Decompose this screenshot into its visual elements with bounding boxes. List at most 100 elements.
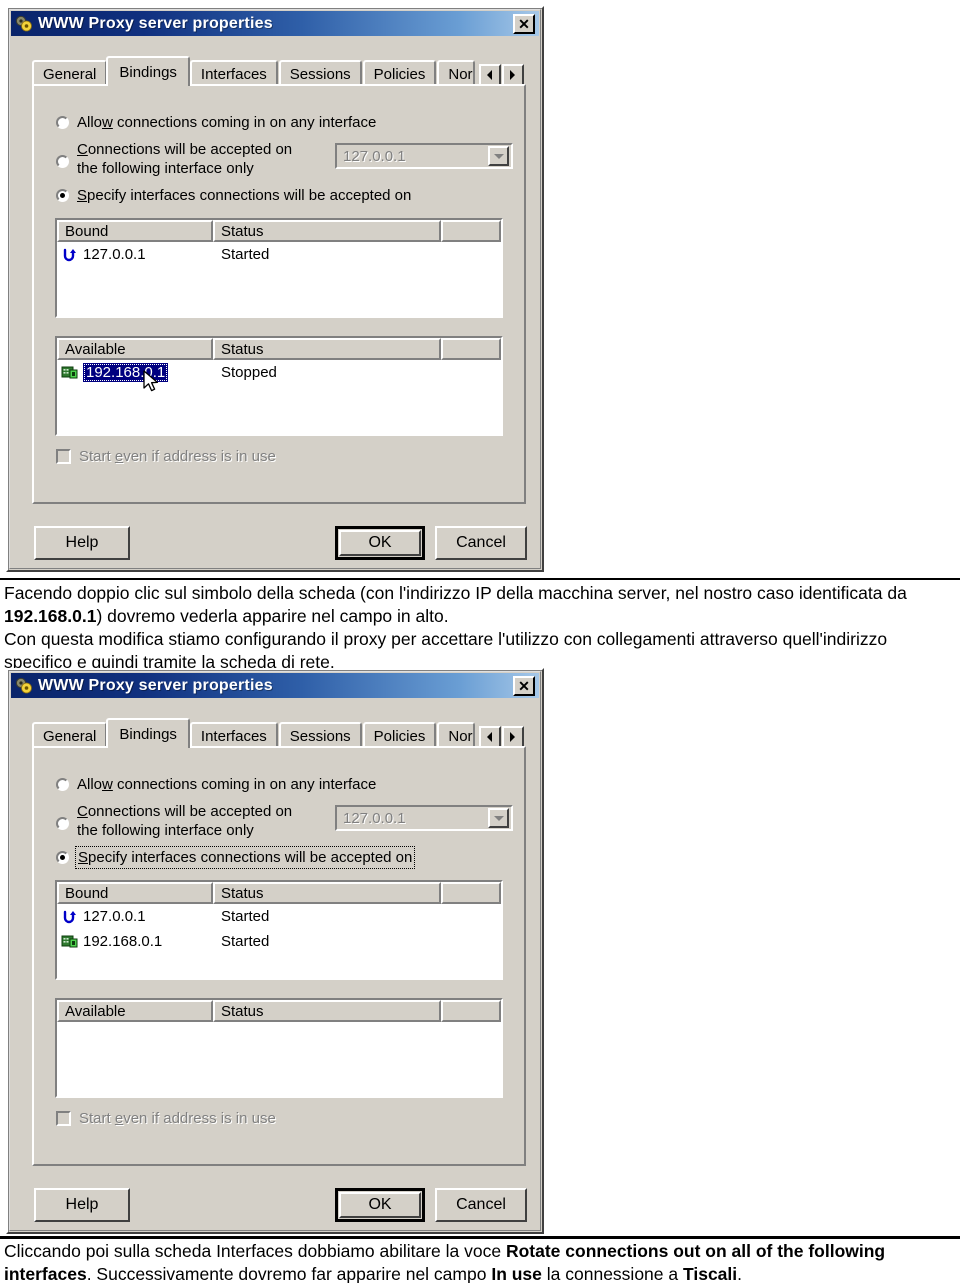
tab-general[interactable]: General bbox=[32, 722, 108, 748]
tab-normal-truncated[interactable]: Nor bbox=[437, 722, 475, 748]
title-bar-2[interactable]: WWW Proxy server properties ✕ bbox=[11, 673, 539, 698]
available-list-1[interactable]: Available Status 192.168.0.1 Stopped bbox=[55, 336, 503, 436]
bound-status: Started bbox=[221, 908, 270, 925]
radio-button-icon[interactable] bbox=[56, 116, 69, 129]
bound-list-1[interactable]: Bound Status 127.0.0.1 Started bbox=[55, 218, 503, 318]
radio-label-allow-any: Allow connections coming in on any inter… bbox=[77, 114, 377, 131]
tab-general[interactable]: General bbox=[32, 60, 108, 86]
proxy-properties-dialog-1[interactable]: WWW Proxy server properties ✕ General Bi… bbox=[6, 6, 544, 572]
cancel-button-1[interactable]: Cancel bbox=[435, 526, 527, 560]
bound-address: 127.0.0.1 bbox=[83, 246, 146, 263]
tab-scroll-left-icon[interactable] bbox=[478, 64, 501, 86]
paragraph-3: Cliccando poi sulla scheda Interfaces do… bbox=[4, 1241, 886, 1283]
divider-top bbox=[0, 578, 960, 580]
bound-list-body-2: 127.0.0.1 Started 192.168.0.1 Started bbox=[57, 904, 501, 954]
radio-button-icon[interactable] bbox=[56, 155, 69, 168]
bound-list-header-1: Bound Status bbox=[57, 220, 501, 242]
tab-sessions[interactable]: Sessions bbox=[278, 60, 362, 86]
cancel-button-2[interactable]: Cancel bbox=[435, 1188, 527, 1222]
column-header-status[interactable]: Status bbox=[213, 220, 441, 242]
radio-label-following-only: Connections will be accepted on the follo… bbox=[77, 803, 293, 839]
column-header-bound[interactable]: Bound bbox=[57, 220, 213, 242]
divider-bottom bbox=[0, 1236, 960, 1239]
radio-allow-any-interface-2[interactable]: Allow connections coming in on any inter… bbox=[56, 775, 376, 794]
network-card-icon bbox=[61, 935, 78, 947]
radio-button-icon[interactable] bbox=[56, 778, 69, 791]
mouse-cursor-icon bbox=[143, 369, 159, 391]
available-list-header-2: Available Status bbox=[57, 1000, 501, 1022]
bound-list-2[interactable]: Bound Status 127.0.0.1 Started 192.168.0… bbox=[55, 880, 503, 980]
ok-button-2[interactable]: OK bbox=[335, 1188, 425, 1222]
tab-strip-2[interactable]: General Bindings Interfaces Sessions Pol… bbox=[32, 718, 526, 748]
table-row[interactable]: 127.0.0.1 Started bbox=[57, 904, 501, 929]
page-root: WWW Proxy server properties ✕ General Bi… bbox=[0, 0, 960, 1283]
table-row[interactable]: 127.0.0.1 Started bbox=[57, 242, 501, 267]
gears-icon bbox=[15, 15, 32, 31]
tab-bindings[interactable]: Bindings bbox=[106, 56, 190, 86]
column-header-available[interactable]: Available bbox=[57, 1000, 213, 1022]
interface-combo-2[interactable]: 127.0.0.1 bbox=[335, 805, 513, 831]
column-header-status[interactable]: Status bbox=[213, 338, 441, 360]
column-header-bound[interactable]: Bound bbox=[57, 882, 213, 904]
tab-normal-truncated[interactable]: Nor bbox=[437, 60, 475, 86]
radio-button-icon[interactable] bbox=[56, 817, 69, 830]
chevron-down-icon[interactable] bbox=[488, 146, 509, 166]
tab-scroll-right-icon[interactable] bbox=[501, 64, 524, 86]
available-status: Stopped bbox=[221, 364, 277, 381]
help-button-1[interactable]: Help bbox=[34, 526, 130, 560]
checkbox-icon[interactable] bbox=[56, 1111, 71, 1126]
bound-address: 192.168.0.1 bbox=[83, 933, 163, 950]
start-even-checkbox-row-1[interactable]: Start even if address is in use bbox=[56, 448, 276, 465]
close-icon[interactable]: ✕ bbox=[513, 675, 535, 696]
radio-label-allow-any: Allow connections coming in on any inter… bbox=[77, 776, 377, 793]
radio-following-interface-only-1[interactable]: Connections will be accepted on the follo… bbox=[56, 140, 292, 178]
loopback-icon bbox=[63, 910, 76, 923]
title-bar-1[interactable]: WWW Proxy server properties ✕ bbox=[11, 11, 539, 36]
bound-list-body-1: 127.0.0.1 Started bbox=[57, 242, 501, 267]
available-list-2[interactable]: Available Status bbox=[55, 998, 503, 1098]
start-even-checkbox-row-2[interactable]: Start even if address is in use bbox=[56, 1110, 276, 1127]
dialog-title-1: WWW Proxy server properties bbox=[38, 14, 273, 32]
chevron-down-icon[interactable] bbox=[488, 808, 509, 828]
tab-sessions[interactable]: Sessions bbox=[278, 722, 362, 748]
radio-specify-interfaces-1[interactable]: Specify interfaces connections will be a… bbox=[56, 186, 411, 205]
tab-strip-1[interactable]: General Bindings Interfaces Sessions Pol… bbox=[32, 56, 526, 86]
radio-allow-any-interface-1[interactable]: Allow connections coming in on any inter… bbox=[56, 113, 376, 132]
tab-interfaces[interactable]: Interfaces bbox=[189, 722, 278, 748]
interface-combo-1[interactable]: 127.0.0.1 bbox=[335, 143, 513, 169]
tab-policies[interactable]: Policies bbox=[362, 60, 437, 86]
tab-scroll-buttons-2[interactable] bbox=[478, 726, 524, 748]
column-header-status[interactable]: Status bbox=[213, 1000, 441, 1022]
radio-specify-interfaces-2[interactable]: Specify interfaces connections will be a… bbox=[56, 846, 416, 869]
column-header-blank[interactable] bbox=[441, 338, 501, 360]
loopback-icon bbox=[63, 248, 76, 261]
radio-label-specify-interfaces: Specify interfaces connections will be a… bbox=[77, 187, 412, 204]
checkbox-icon[interactable] bbox=[56, 449, 71, 464]
help-button-2[interactable]: Help bbox=[34, 1188, 130, 1222]
tab-scroll-buttons-1[interactable] bbox=[478, 64, 524, 86]
column-header-blank[interactable] bbox=[441, 220, 501, 242]
start-even-label: Start even if address is in use bbox=[79, 1110, 276, 1127]
table-row[interactable]: 192.168.0.1 Stopped bbox=[57, 360, 501, 391]
bound-status: Started bbox=[221, 246, 270, 263]
tab-policies[interactable]: Policies bbox=[362, 722, 437, 748]
tab-bindings[interactable]: Bindings bbox=[106, 718, 190, 748]
column-header-blank[interactable] bbox=[441, 1000, 501, 1022]
tab-interfaces[interactable]: Interfaces bbox=[189, 60, 278, 86]
gears-icon bbox=[15, 677, 32, 693]
tab-scroll-right-icon[interactable] bbox=[501, 726, 524, 748]
radio-following-interface-only-2[interactable]: Connections will be accepted on the follo… bbox=[56, 802, 292, 840]
available-list-body-1: 192.168.0.1 Stopped bbox=[57, 360, 501, 391]
column-header-status[interactable]: Status bbox=[213, 882, 441, 904]
close-icon[interactable]: ✕ bbox=[513, 13, 535, 34]
radio-button-icon[interactable] bbox=[56, 851, 69, 864]
interface-combo-value: 127.0.0.1 bbox=[343, 809, 406, 827]
proxy-properties-dialog-2[interactable]: WWW Proxy server properties ✕ General Bi… bbox=[6, 668, 544, 1234]
ok-button-1[interactable]: OK bbox=[335, 526, 425, 560]
network-card-icon bbox=[61, 366, 78, 378]
tab-scroll-left-icon[interactable] bbox=[478, 726, 501, 748]
column-header-blank[interactable] bbox=[441, 882, 501, 904]
radio-button-icon[interactable] bbox=[56, 189, 69, 202]
table-row[interactable]: 192.168.0.1 Started bbox=[57, 929, 501, 954]
radio-label-following-only: Connections will be accepted on the follo… bbox=[77, 141, 293, 177]
